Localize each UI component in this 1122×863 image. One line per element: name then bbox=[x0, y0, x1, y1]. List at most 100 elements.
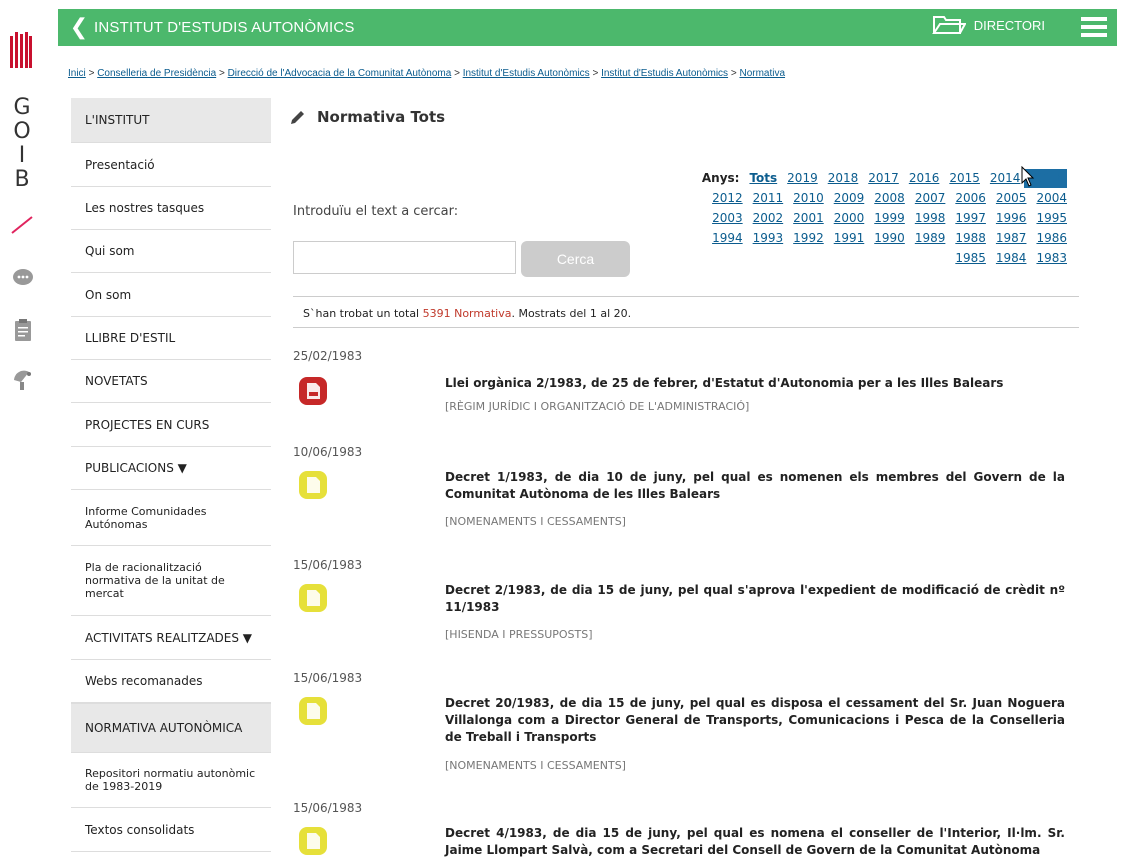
sidebar-item-on-som[interactable]: On som bbox=[71, 273, 271, 317]
sidebar-item-informe[interactable]: Informe Comunidades Autónomas bbox=[71, 490, 271, 546]
document-icon[interactable] bbox=[295, 823, 331, 859]
sidebar-item-webs[interactable]: Webs recomanades bbox=[71, 660, 271, 703]
year-link[interactable]: 2019 bbox=[787, 171, 818, 185]
list-item: 25/02/1983 Llei orgànica 2/1983, de 25 d… bbox=[293, 349, 1079, 413]
year-link[interactable]: 2014 bbox=[990, 171, 1021, 185]
goib-wordmark: G O I B bbox=[2, 96, 42, 192]
breadcrumb-link-institut[interactable]: Institut d'Estudis Autonòmics bbox=[463, 68, 590, 79]
document-icon[interactable] bbox=[295, 693, 331, 729]
breadcrumb-link-institut-2[interactable]: Institut d'Estudis Autonòmics bbox=[601, 68, 728, 79]
year-link[interactable]: 2018 bbox=[828, 171, 859, 185]
entry-title-link[interactable]: Llei orgànica 2/1983, de 25 de febrer, d… bbox=[445, 375, 1065, 392]
sidebar-item-pla-racionalitzacio[interactable]: Pla de racionalització normativa de la u… bbox=[71, 546, 271, 616]
year-link[interactable]: 1999 bbox=[874, 211, 905, 225]
back-button[interactable]: ❮ bbox=[64, 9, 94, 46]
year-row: 2012 2011 2010 2009 2008 2007 2006 2005 … bbox=[689, 188, 1067, 208]
list-item: 15/06/1983 Decret 2/1983, de dia 15 de j… bbox=[293, 558, 1079, 641]
sidebar-item-activitats[interactable]: ACTIVITATS REALITZADES ▼ bbox=[71, 616, 271, 660]
year-link[interactable]: 2016 bbox=[909, 171, 940, 185]
year-link[interactable]: 1983 bbox=[1036, 251, 1067, 265]
year-link[interactable]: 1996 bbox=[996, 211, 1027, 225]
sidebar-item-textos[interactable]: Textos consolidats bbox=[71, 808, 271, 852]
entry-title-link[interactable]: Decret 2/1983, de dia 15 de juny, pel qu… bbox=[445, 582, 1065, 616]
page-title-text: Normativa Tots bbox=[317, 108, 446, 126]
year-link[interactable]: 1998 bbox=[915, 211, 946, 225]
list-item: 15/06/1983 Decret 4/1983, de dia 15 de j… bbox=[293, 801, 1079, 857]
year-link[interactable]: 2001 bbox=[793, 211, 824, 225]
year-link[interactable]: 2005 bbox=[996, 191, 1027, 205]
year-link[interactable]: 1995 bbox=[1036, 211, 1067, 225]
document-icon[interactable] bbox=[295, 467, 331, 503]
breadcrumb-link-home[interactable]: Inici bbox=[68, 68, 86, 79]
year-link[interactable]: 1990 bbox=[874, 231, 905, 245]
entry-date: 15/06/1983 bbox=[293, 801, 363, 815]
year-link[interactable]: 1984 bbox=[996, 251, 1027, 265]
year-link[interactable]: 1991 bbox=[834, 231, 865, 245]
top-bar: ❮ INSTITUT D'ESTUDIS AUTONÒMICS DIRECTOR… bbox=[58, 9, 1117, 46]
year-link[interactable]: 2008 bbox=[874, 191, 905, 205]
breadcrumb-separator: > bbox=[454, 68, 460, 79]
year-row: Anys: Tots 2019 2018 2017 2016 2015 2014… bbox=[689, 168, 1067, 188]
entry-category: [NOMENAMENTS I CESSAMENTS] bbox=[445, 515, 626, 528]
year-link[interactable]: 2000 bbox=[834, 211, 865, 225]
breadcrumb-link-direccio[interactable]: Direcció de l'Advocacia de la Comunitat … bbox=[228, 68, 452, 79]
clipboard-icon[interactable] bbox=[11, 318, 35, 342]
year-link[interactable]: 2012 bbox=[712, 191, 743, 205]
goib-flag-logo[interactable] bbox=[10, 30, 32, 68]
sidebar-item-qui-som[interactable]: Qui som bbox=[71, 230, 271, 273]
year-link[interactable]: 1988 bbox=[955, 231, 986, 245]
entry-date: 10/06/1983 bbox=[293, 445, 363, 459]
sidebar-item-llibre-estil[interactable]: LLIBRE D'ESTIL bbox=[71, 317, 271, 360]
divider bbox=[293, 296, 1079, 297]
entry-title-link[interactable]: Decret 4/1983, de dia 15 de juny, pel qu… bbox=[445, 825, 1065, 859]
year-link[interactable]: 2004 bbox=[1036, 191, 1067, 205]
satellite-dish-icon[interactable] bbox=[11, 368, 35, 392]
year-link[interactable]: 2006 bbox=[955, 191, 986, 205]
year-link[interactable]: 2017 bbox=[868, 171, 899, 185]
sidebar-heading-normativa[interactable]: NORMATIVA AUTONÒMICA bbox=[71, 703, 271, 753]
entry-date: 15/06/1983 bbox=[293, 671, 363, 685]
breadcrumb-link-normativa[interactable]: Normativa bbox=[739, 68, 785, 79]
sidebar-item-publicacions[interactable]: PUBLICACIONS ▼ bbox=[71, 447, 271, 490]
year-link[interactable]: 1993 bbox=[753, 231, 784, 245]
divider bbox=[293, 327, 1079, 328]
year-link[interactable]: 1985 bbox=[955, 251, 986, 265]
year-link[interactable]: 1989 bbox=[915, 231, 946, 245]
site-title[interactable]: INSTITUT D'ESTUDIS AUTONÒMICS bbox=[94, 19, 355, 36]
sidebar-item-repositori[interactable]: Repositori normatiu autonòmic de 1983-20… bbox=[71, 753, 271, 808]
results-prefix: S`han trobat un total bbox=[303, 307, 423, 320]
year-link[interactable]: 2009 bbox=[834, 191, 865, 205]
sidebar-item-tasques[interactable]: Les nostres tasques bbox=[71, 187, 271, 230]
entry-title-link[interactable]: Decret 20/1983, de dia 15 de juny, pel q… bbox=[445, 695, 1065, 746]
search-button[interactable]: Cerca bbox=[521, 241, 630, 277]
sidebar-item-novetats[interactable]: NOVETATS bbox=[71, 360, 271, 403]
year-link[interactable]: 1992 bbox=[793, 231, 824, 245]
year-link[interactable]: 2010 bbox=[793, 191, 824, 205]
logo-letter: G bbox=[13, 95, 31, 120]
hamburger-menu-icon[interactable] bbox=[1081, 17, 1107, 37]
entry-date: 25/02/1983 bbox=[293, 349, 363, 363]
chat-icon[interactable] bbox=[11, 266, 35, 290]
year-link[interactable]: 1994 bbox=[712, 231, 743, 245]
sidebar-heading-institut[interactable]: L'INSTITUT bbox=[71, 98, 271, 143]
sidebar-item-projectes[interactable]: PROJECTES EN CURS bbox=[71, 403, 271, 447]
directory-button[interactable]: DIRECTORI bbox=[931, 14, 1045, 36]
breadcrumb: Inici > Conselleria de Presidència > Dir… bbox=[68, 68, 785, 79]
sidebar-item-presentacio[interactable]: Presentació bbox=[71, 143, 271, 187]
document-icon[interactable] bbox=[295, 580, 331, 616]
year-link[interactable]: Tots bbox=[749, 171, 777, 185]
results-suffix: . Mostrats del 1 al 20. bbox=[511, 307, 632, 320]
year-link[interactable]: 2011 bbox=[753, 191, 784, 205]
pdf-icon[interactable] bbox=[295, 373, 331, 409]
results-count: 5391 Normativa bbox=[422, 307, 512, 320]
year-link[interactable]: 2002 bbox=[753, 211, 784, 225]
entry-title-link[interactable]: Decret 1/1983, de dia 10 de juny, pel qu… bbox=[445, 469, 1065, 503]
search-input[interactable] bbox=[293, 241, 516, 274]
year-link[interactable]: 1997 bbox=[955, 211, 986, 225]
breadcrumb-link-conselleria[interactable]: Conselleria de Presidència bbox=[97, 68, 216, 79]
year-link[interactable]: 2007 bbox=[915, 191, 946, 205]
year-link[interactable]: 2015 bbox=[949, 171, 980, 185]
year-link[interactable]: 1986 bbox=[1036, 231, 1067, 245]
year-link[interactable]: 1987 bbox=[996, 231, 1027, 245]
year-link[interactable]: 2003 bbox=[712, 211, 743, 225]
